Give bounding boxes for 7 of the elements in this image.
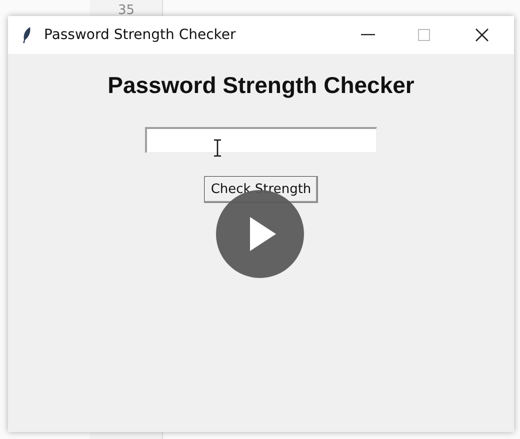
minimize-icon[interactable] <box>361 34 375 36</box>
feather-icon <box>22 26 32 44</box>
close-icon[interactable] <box>475 28 489 42</box>
text-cursor-icon <box>213 139 222 157</box>
line-number: 35 <box>118 3 135 18</box>
app-heading: Password Strength Checker <box>108 72 414 99</box>
window-title: Password Strength Checker <box>44 27 236 43</box>
